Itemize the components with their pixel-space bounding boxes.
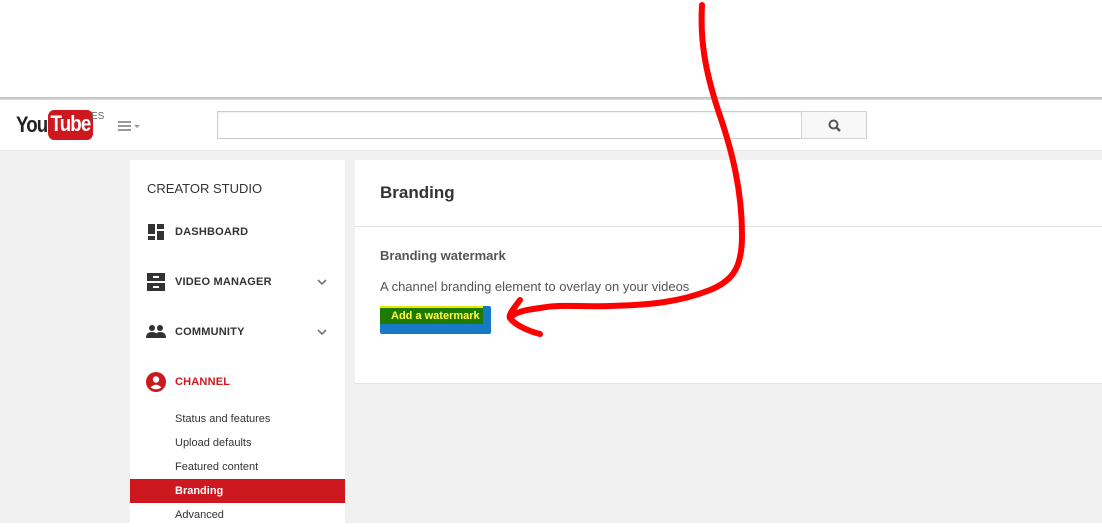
sidebar-item-label: CHANNEL xyxy=(175,376,231,388)
sidebar-item-label: DASHBOARD xyxy=(175,226,249,238)
blank-area xyxy=(0,0,1102,98)
panel-header: Branding xyxy=(355,160,1102,227)
sidebar-subitem-branding[interactable]: Branding xyxy=(130,479,345,503)
sidebar-subitem-advanced[interactable]: Advanced xyxy=(130,503,345,527)
hamburger-icon xyxy=(118,121,131,131)
sidebar-subitem-status-and-features[interactable]: Status and features xyxy=(130,407,345,431)
chevron-down-icon[interactable] xyxy=(316,326,328,338)
sidebar-subitem-label: Featured content xyxy=(175,461,259,473)
sidebar-subitem-label: Advanced xyxy=(175,509,224,521)
dashboard-icon xyxy=(146,222,166,242)
sidebar-subitem-label: Branding xyxy=(175,485,224,497)
search-input[interactable] xyxy=(217,111,802,139)
page-title: Branding xyxy=(380,183,455,202)
masthead: You Tube ES xyxy=(0,100,1102,151)
community-icon xyxy=(146,322,166,342)
sidebar-subitem-label: Upload defaults xyxy=(175,437,252,449)
sidebar-item-label: COMMUNITY xyxy=(175,326,245,338)
sidebar-item-video-manager[interactable]: VIDEO MANAGER xyxy=(130,267,345,297)
region-code: ES xyxy=(91,111,105,122)
logo-you-text: You xyxy=(16,112,48,137)
channel-icon xyxy=(146,372,166,392)
sidebar-subitem-upload-defaults[interactable]: Upload defaults xyxy=(130,431,345,455)
branding-panel: Branding Branding watermark A channel br… xyxy=(355,160,1102,384)
section-title: Branding watermark xyxy=(380,248,506,263)
search-button[interactable] xyxy=(801,111,867,139)
chevron-down-icon[interactable] xyxy=(316,276,328,288)
creator-studio-sidebar: CREATOR STUDIO DASHBOARD VIDEO MANAGER C… xyxy=(130,160,345,523)
guide-menu-button[interactable] xyxy=(118,118,144,134)
sidebar-item-dashboard[interactable]: DASHBOARD xyxy=(130,217,345,247)
sidebar-item-channel[interactable]: CHANNEL xyxy=(130,367,345,397)
video-manager-icon xyxy=(146,272,166,292)
sidebar-title: CREATOR STUDIO xyxy=(147,181,263,196)
sidebar-item-community[interactable]: COMMUNITY xyxy=(130,317,345,347)
youtube-logo[interactable]: You Tube xyxy=(16,109,101,141)
add-watermark-label: Add a watermark xyxy=(391,310,480,322)
section-description: A channel branding element to overlay on… xyxy=(380,279,690,294)
caret-down-icon xyxy=(134,124,140,128)
add-watermark-button[interactable]: Add a watermark xyxy=(380,306,491,334)
sidebar-item-label: VIDEO MANAGER xyxy=(175,276,272,288)
logo-tube-text: Tube xyxy=(48,110,93,140)
sidebar-subitem-label: Status and features xyxy=(175,413,271,425)
search-icon xyxy=(828,119,841,132)
sidebar-subitem-featured-content[interactable]: Featured content xyxy=(130,455,345,479)
